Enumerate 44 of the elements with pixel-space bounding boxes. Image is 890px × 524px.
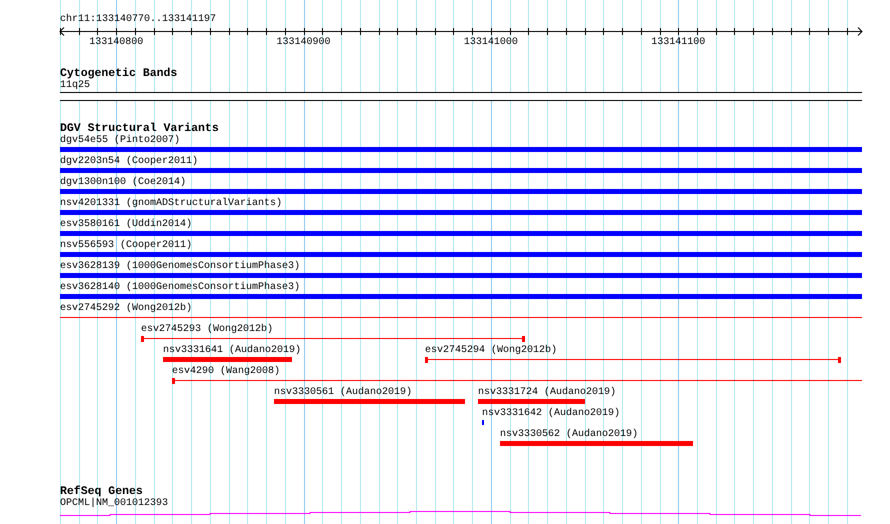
tick-label: 133141000 (464, 37, 518, 46)
variant-span[interactable] (172, 378, 862, 384)
variant-label[interactable]: esv3628140 (1000GenomesConsortiumPhase3) (60, 282, 300, 294)
variant-label[interactable]: esv2745292 (Wong2012b) (60, 303, 192, 315)
variant-span[interactable] (425, 357, 841, 363)
variant-label[interactable]: nsv556593 (Cooper2011) (60, 240, 192, 252)
variant-label[interactable]: nsv3331724 (Audano2019) (478, 387, 616, 399)
track-title: DGV Structural Variants (60, 122, 219, 135)
variant-span[interactable] (60, 315, 862, 321)
variant-bar[interactable] (60, 294, 862, 299)
variant-label[interactable]: esv3628139 (1000GenomesConsortiumPhase3) (60, 261, 300, 273)
gene-line[interactable] (60, 511, 862, 516)
location-label: chr11:133140770..133141197 (60, 14, 216, 26)
variant-bar[interactable] (60, 231, 862, 236)
variant-bar[interactable] (60, 147, 862, 152)
variant-label[interactable]: nsv3330561 (Audano2019) (274, 387, 412, 399)
variant-label[interactable]: esv4290 (Wang2008) (172, 366, 280, 378)
variant-label[interactable]: esv2745293 (Wong2012b) (141, 324, 274, 336)
variant-label[interactable]: dgv54e55 (Pinto2007) (60, 135, 180, 147)
variant-label[interactable]: esv2745294 (Wong2012b) (425, 345, 558, 357)
variant-label[interactable]: esv3580161 (Uddin2014) (60, 219, 192, 231)
band-label: 11q25 (60, 80, 90, 92)
variant-bar[interactable] (274, 399, 465, 404)
track-title: RefSeq Genes (60, 485, 143, 498)
variant-bar[interactable] (163, 357, 292, 362)
tick-label: 133140900 (276, 37, 331, 46)
variant-label[interactable]: nsv3330562 (Audano2019) (500, 429, 638, 441)
variant-label[interactable]: nsv3331642 (Audano2019) (482, 408, 620, 420)
variant-bar[interactable] (478, 399, 585, 404)
variant-bar[interactable] (60, 273, 862, 278)
variant-bar[interactable] (60, 168, 862, 173)
variant-span[interactable] (141, 336, 525, 342)
variant-label[interactable]: nsv3331641 (Audano2019) (163, 345, 302, 357)
variant-label[interactable]: dgv1300n100 (Coe2014) (60, 177, 186, 189)
tick-label: 133141100 (651, 37, 706, 46)
track-title: Cytogenetic Bands (60, 67, 178, 80)
gene-label[interactable]: OPCML|NM_001012393 (60, 498, 168, 510)
variant-bar[interactable] (60, 189, 862, 194)
tick-label: 133140800 (89, 37, 144, 46)
variant-bar[interactable] (60, 252, 862, 257)
variant-bar[interactable] (60, 210, 862, 215)
variant-label[interactable]: dgv2203n54 (Cooper2011) (60, 156, 198, 168)
variant-bar[interactable] (500, 441, 693, 446)
variant-label[interactable]: nsv4201331 (gnomADStructuralVariants) (60, 198, 282, 210)
